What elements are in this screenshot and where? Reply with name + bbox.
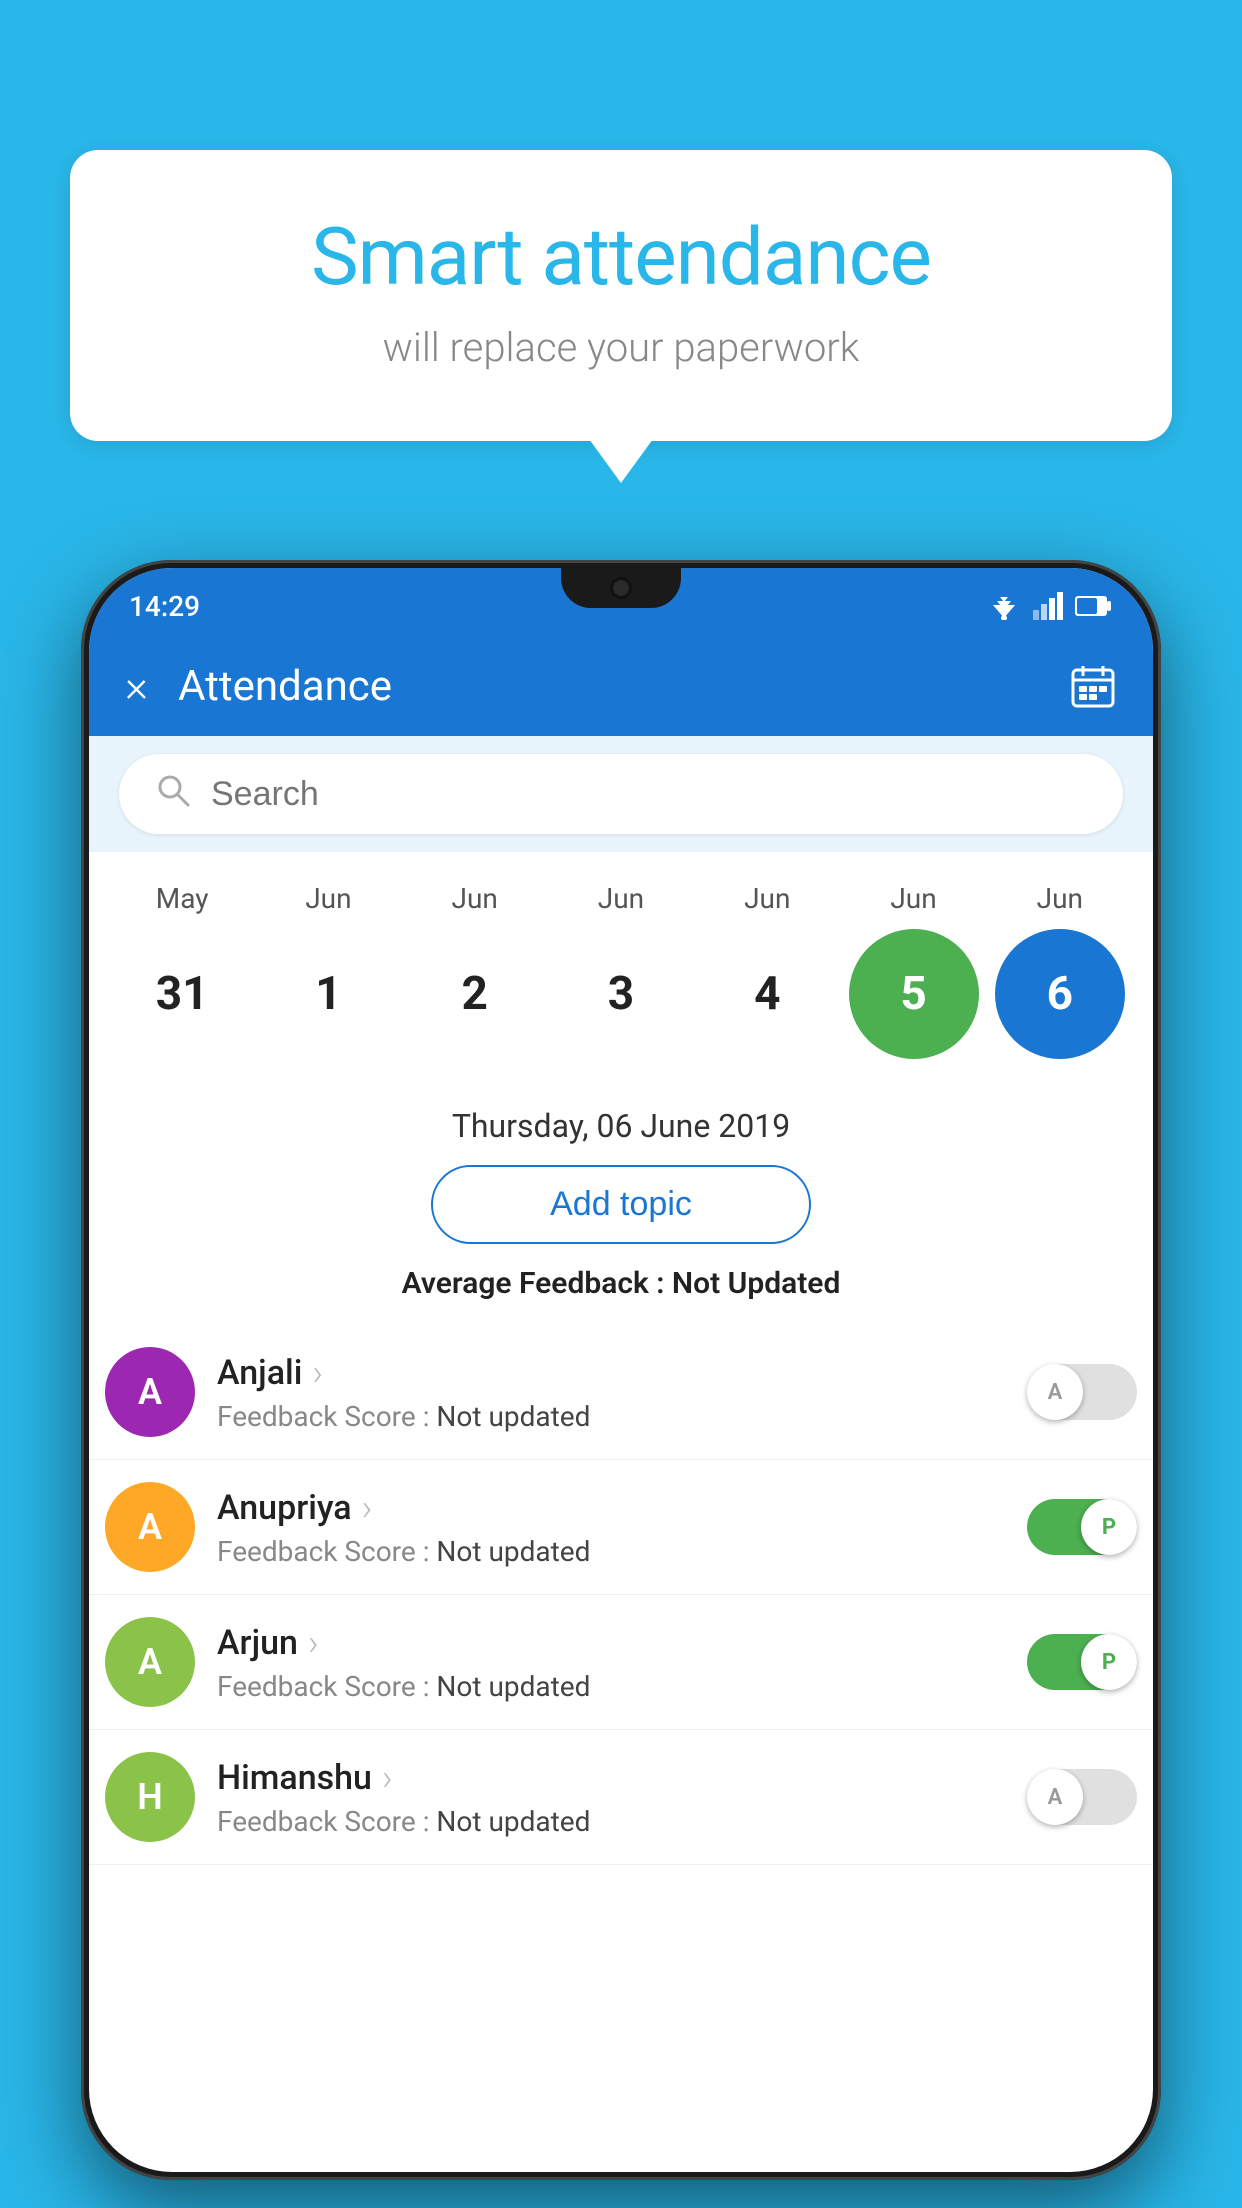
feedback-value: Not updated xyxy=(436,1535,590,1568)
student-avatar: A xyxy=(105,1482,195,1572)
toggle-container[interactable]: P xyxy=(1027,1634,1137,1690)
speech-bubble: Smart attendance will replace your paper… xyxy=(70,150,1172,441)
student-avatar: A xyxy=(105,1347,195,1437)
feedback-value: Not updated xyxy=(436,1400,590,1433)
student-list: A Anjali Feedback Score : Not updated A … xyxy=(89,1325,1153,1865)
search-bar xyxy=(119,754,1123,834)
cal-month-2: Jun xyxy=(410,882,540,915)
student-feedback: Feedback Score : Not updated xyxy=(217,1535,1005,1568)
cal-month-5: Jun xyxy=(849,882,979,915)
search-container xyxy=(89,736,1153,852)
app-bar: × Attendance xyxy=(89,636,1153,736)
phone-wrapper: 14:29 xyxy=(80,560,1162,2208)
student-name[interactable]: Himanshu xyxy=(217,1757,1005,1799)
cal-date-3[interactable]: 3 xyxy=(556,929,686,1059)
toggle-container[interactable]: A xyxy=(1027,1364,1137,1420)
status-icons xyxy=(987,592,1113,620)
cal-month-0: May xyxy=(117,882,247,915)
calendar-dates: 31 1 2 3 4 5 6 xyxy=(109,929,1133,1059)
feedback-value: Not updated xyxy=(436,1670,590,1703)
student-name[interactable]: Arjun xyxy=(217,1622,1005,1664)
wifi-icon xyxy=(987,592,1021,620)
student-name[interactable]: Anjali xyxy=(217,1352,1005,1394)
add-topic-button[interactable]: Add topic xyxy=(431,1165,811,1244)
cal-date-6[interactable]: 6 xyxy=(995,929,1125,1059)
student-name[interactable]: Anupriya xyxy=(217,1487,1005,1529)
toggle-container[interactable]: P xyxy=(1027,1499,1137,1555)
student-info: Arjun Feedback Score : Not updated xyxy=(217,1622,1005,1703)
attendance-toggle-off[interactable]: A xyxy=(1027,1364,1137,1420)
avg-feedback: Average Feedback : Not Updated xyxy=(119,1266,1123,1301)
cal-month-6: Jun xyxy=(995,882,1125,915)
student-item: A Arjun Feedback Score : Not updated P xyxy=(89,1595,1153,1730)
student-info: Anjali Feedback Score : Not updated xyxy=(217,1352,1005,1433)
app-bar-title: Attendance xyxy=(178,662,1039,711)
calendar-strip: May Jun Jun Jun Jun Jun Jun 31 1 2 3 4 5… xyxy=(89,852,1153,1079)
search-icon xyxy=(155,772,191,817)
cal-date-4[interactable]: 4 xyxy=(702,929,832,1059)
calendar-months: May Jun Jun Jun Jun Jun Jun xyxy=(109,882,1133,915)
attendance-toggle-on[interactable]: P xyxy=(1027,1634,1137,1690)
selected-date-label: Thursday, 06 June 2019 xyxy=(119,1079,1123,1165)
cal-month-1: Jun xyxy=(263,882,393,915)
camera xyxy=(610,577,632,599)
student-feedback: Feedback Score : Not updated xyxy=(217,1805,1005,1838)
student-info: Anupriya Feedback Score : Not updated xyxy=(217,1487,1005,1568)
student-item: A Anjali Feedback Score : Not updated A xyxy=(89,1325,1153,1460)
student-info: Himanshu Feedback Score : Not updated xyxy=(217,1757,1005,1838)
avg-feedback-label: Average Feedback : xyxy=(402,1266,672,1301)
student-item: H Himanshu Feedback Score : Not updated … xyxy=(89,1730,1153,1865)
cal-month-3: Jun xyxy=(556,882,686,915)
status-time: 14:29 xyxy=(129,590,200,623)
attendance-toggle-off[interactable]: A xyxy=(1027,1769,1137,1825)
student-avatar: A xyxy=(105,1617,195,1707)
notch xyxy=(561,568,681,608)
student-item: A Anupriya Feedback Score : Not updated … xyxy=(89,1460,1153,1595)
feedback-value: Not updated xyxy=(436,1805,590,1838)
cal-date-5[interactable]: 5 xyxy=(849,929,979,1059)
bubble-subtitle: will replace your paperwork xyxy=(150,324,1092,371)
phone-inner: 14:29 xyxy=(89,568,1153,2172)
cal-date-31[interactable]: 31 xyxy=(117,929,247,1059)
cal-month-4: Jun xyxy=(702,882,832,915)
content-area: Thursday, 06 June 2019 Add topic Average… xyxy=(89,1079,1153,1301)
close-button[interactable]: × xyxy=(125,664,148,708)
signal-icon xyxy=(1033,592,1063,620)
student-feedback: Feedback Score : Not updated xyxy=(217,1400,1005,1433)
cal-date-1[interactable]: 1 xyxy=(263,929,393,1059)
speech-bubble-container: Smart attendance will replace your paper… xyxy=(70,150,1172,441)
toggle-container[interactable]: A xyxy=(1027,1769,1137,1825)
phone-frame: 14:29 xyxy=(81,560,1161,2180)
attendance-toggle-on[interactable]: P xyxy=(1027,1499,1137,1555)
search-input[interactable] xyxy=(211,775,1087,814)
student-feedback: Feedback Score : Not updated xyxy=(217,1670,1005,1703)
avg-feedback-value: Not Updated xyxy=(672,1266,840,1301)
cal-date-2[interactable]: 2 xyxy=(410,929,540,1059)
calendar-icon[interactable] xyxy=(1069,662,1117,710)
bubble-title: Smart attendance xyxy=(150,210,1092,304)
battery-icon xyxy=(1075,594,1113,618)
student-avatar: H xyxy=(105,1752,195,1842)
